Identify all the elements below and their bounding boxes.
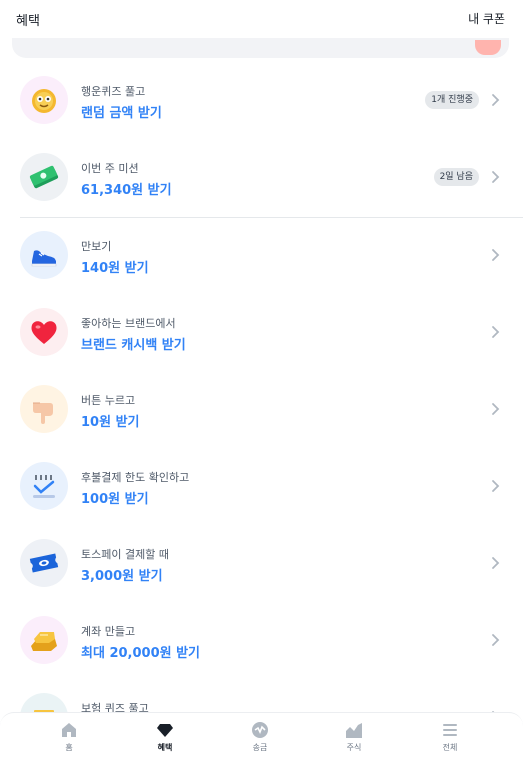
heart-icon	[20, 308, 68, 356]
quiz-coin-icon	[20, 76, 68, 124]
item-subtitle: 행운퀴즈 풀고	[81, 85, 146, 98]
list-item-toss-pay[interactable]: 토스페이 결제할 때 3,000원 받기	[0, 525, 523, 601]
chevron-right-icon	[492, 557, 500, 569]
status-badge: 2일 남음	[433, 168, 479, 186]
list-item-open-account[interactable]: 계좌 만들고 최대 20,000원 받기	[0, 602, 523, 678]
list-item-lucky-quiz[interactable]: 행운퀴즈 풀고 랜덤 금액 받기 1개 진행중	[0, 62, 523, 138]
diamond-icon	[157, 724, 173, 737]
my-coupon-link[interactable]: 내 쿠폰	[468, 10, 505, 27]
item-subtitle: 계좌 만들고	[81, 625, 136, 638]
list-item-postpay-limit[interactable]: 후불결제 한도 확인하고 100원 받기	[0, 448, 523, 524]
tab-benefits[interactable]: 혜택	[117, 713, 213, 761]
chevron-right-icon	[492, 634, 500, 646]
item-title: 100원 받기	[81, 492, 149, 507]
bottom-tab-bar: 홈 혜택 송금 주식 전체	[0, 712, 523, 761]
tab-transfer[interactable]: 송금	[212, 713, 308, 761]
item-subtitle: 버튼 누르고	[81, 394, 136, 407]
item-subtitle: 후불결제 한도 확인하고	[81, 471, 190, 484]
item-subtitle: 좋아하는 브랜드에서	[81, 317, 176, 330]
chevron-right-icon	[492, 326, 500, 338]
page-title: 혜택	[16, 14, 40, 29]
home-icon	[62, 723, 76, 737]
status-badge: 1개 진행중	[425, 91, 479, 109]
transfer-icon	[252, 722, 268, 738]
tab-home[interactable]: 홈	[21, 713, 117, 761]
item-title: 3,000원 받기	[81, 569, 163, 584]
chevron-right-icon	[492, 94, 500, 106]
chevron-right-icon	[492, 403, 500, 415]
chevron-right-icon	[492, 249, 500, 261]
chevron-right-icon	[492, 480, 500, 492]
tab-stocks[interactable]: 주식	[306, 713, 402, 761]
item-title: 10원 받기	[81, 415, 140, 430]
list-item-press-button[interactable]: 버튼 누르고 10원 받기	[0, 371, 523, 447]
item-title: 61,340원 받기	[81, 183, 172, 198]
item-title: 140원 받기	[81, 261, 149, 276]
item-subtitle: 토스페이 결제할 때	[81, 548, 169, 561]
list-item-brand-cashback[interactable]: 좋아하는 브랜드에서 브랜드 캐시백 받기	[0, 294, 523, 370]
list-item-weekly-mission[interactable]: 이번 주 미션 61,340원 받기 2일 남음	[0, 139, 523, 215]
pointing-hand-icon	[20, 385, 68, 433]
tab-all[interactable]: 전체	[402, 713, 498, 761]
gold-bar-icon	[20, 616, 68, 664]
banner-card-edge[interactable]	[12, 38, 509, 58]
check-card-icon	[20, 462, 68, 510]
item-title: 브랜드 캐시백 받기	[81, 338, 186, 353]
item-title: 최대 20,000원 받기	[81, 646, 201, 661]
pay-ticket-icon	[20, 539, 68, 587]
app-header: 혜택 내 쿠폰	[0, 0, 523, 38]
banner-peek-graphic	[475, 40, 501, 55]
menu-icon	[443, 724, 457, 736]
item-subtitle: 만보기	[81, 240, 112, 253]
list-item-pedometer[interactable]: 만보기 140원 받기	[0, 217, 523, 293]
chevron-right-icon	[492, 171, 500, 183]
stock-chart-icon	[346, 723, 362, 738]
item-title: 랜덤 금액 받기	[81, 106, 162, 121]
sneaker-icon	[20, 231, 68, 279]
cash-bundle-icon	[20, 153, 68, 201]
item-subtitle: 이번 주 미션	[81, 162, 139, 175]
